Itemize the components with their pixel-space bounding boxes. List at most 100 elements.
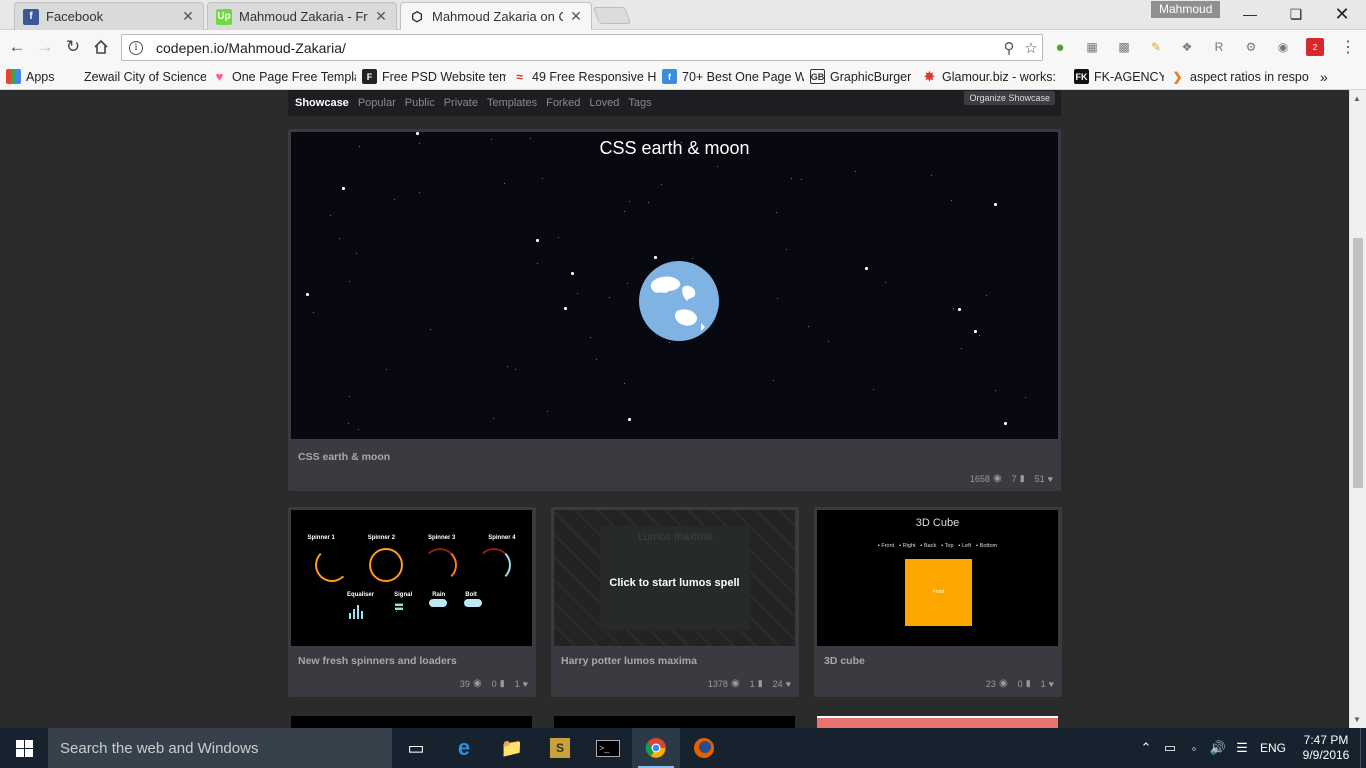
subnav-public[interactable]: Public xyxy=(405,97,435,109)
evernote-extension-icon[interactable]: ● xyxy=(1051,38,1069,56)
back-icon[interactable]: ← xyxy=(6,36,28,58)
pen-name[interactable]: 3D cube xyxy=(824,655,865,667)
chrome-icon[interactable] xyxy=(632,728,680,768)
new-tab-button[interactable] xyxy=(592,7,632,24)
tab-codepen[interactable]: ⬡ Mahmoud Zakaria on Co ✕ xyxy=(400,2,592,30)
language-indicator[interactable]: ENG xyxy=(1254,741,1292,755)
url-text[interactable]: codepen.io/Mahmoud-Zakaria/ xyxy=(156,40,998,56)
cast-extension-icon[interactable]: ▩ xyxy=(1115,38,1133,56)
close-tab-icon[interactable]: ✕ xyxy=(569,8,583,25)
minimize-icon[interactable]: — xyxy=(1227,0,1273,28)
bulb-extension-icon[interactable]: ◉ xyxy=(1274,38,1292,56)
tab-facebook[interactable]: f Facebook ✕ xyxy=(14,2,204,30)
show-hidden-icons-icon[interactable]: ⌃ xyxy=(1134,740,1158,756)
home-icon[interactable] xyxy=(90,36,112,58)
volume-icon[interactable]: 🔊 xyxy=(1206,740,1230,756)
bookmark-zewail[interactable]: Zewail City of Science xyxy=(78,70,206,84)
wifi-icon[interactable]: ◦ xyxy=(1182,741,1206,756)
pencil-extension-icon[interactable]: ✎ xyxy=(1147,38,1165,56)
clock[interactable]: 7:47 PM 9/9/2016 xyxy=(1292,733,1360,763)
gear-extension-icon[interactable]: ⚙ xyxy=(1242,38,1260,56)
more-bookmarks-icon[interactable]: » xyxy=(1314,69,1344,85)
organize-showcase-button[interactable]: Organize Showcase xyxy=(964,91,1055,105)
r-extension-icon[interactable]: R xyxy=(1210,38,1228,56)
menu-icon[interactable]: ⋮ xyxy=(1339,38,1357,56)
address-bar[interactable]: i codepen.io/Mahmoud-Zakaria/ ⚲ ☆ xyxy=(121,34,1043,61)
restore-icon[interactable]: ❏ xyxy=(1273,0,1319,28)
info-icon[interactable]: i xyxy=(129,40,143,55)
show-desktop-button[interactable] xyxy=(1360,728,1366,768)
pdf-extension-icon[interactable]: 2 xyxy=(1306,38,1324,56)
pen-card-lumos[interactable]: Lumos maxima Click to start lumos spell … xyxy=(551,507,799,697)
puzzle-extension-icon[interactable]: ❖ xyxy=(1178,38,1196,56)
pen-preview-3d-cube[interactable]: 3D Cube ▪ Front ▪ Right ▪ Back ▪ Top ▪ L… xyxy=(817,510,1058,646)
pen-preview-partial[interactable] xyxy=(291,716,532,728)
face-option[interactable]: ▪ Left xyxy=(959,543,972,549)
comments-stat[interactable]: 1 ▮ xyxy=(750,678,763,689)
windows-start-icon[interactable] xyxy=(0,728,48,768)
subnav-templates[interactable]: Templates xyxy=(487,97,537,109)
face-option[interactable]: ▪ Bottom xyxy=(976,543,997,549)
sublime-text-icon[interactable]: S xyxy=(536,728,584,768)
bookmark-49-free[interactable]: ≈ 49 Free Responsive H xyxy=(506,69,656,84)
pen-name[interactable]: Harry potter lumos maxima xyxy=(561,655,697,667)
featured-pen-preview[interactable]: CSS earth & moon xyxy=(291,132,1058,439)
forward-icon[interactable]: → xyxy=(34,36,56,58)
close-tab-icon[interactable]: ✕ xyxy=(374,8,388,25)
pen-name[interactable]: New fresh spinners and loaders xyxy=(298,655,457,667)
car-extension-icon[interactable]: ▦ xyxy=(1083,38,1101,56)
action-center-icon[interactable]: ☰ xyxy=(1230,740,1254,756)
file-explorer-icon[interactable]: 📁 xyxy=(488,728,536,768)
face-option[interactable]: ▪ Front xyxy=(878,543,894,549)
scroll-down-icon[interactable]: ▼ xyxy=(1353,715,1361,724)
terminal-icon[interactable]: >_ xyxy=(584,728,632,768)
battery-icon[interactable]: ▭ xyxy=(1158,740,1182,756)
pen-preview-lumos[interactable]: Lumos maxima Click to start lumos spell xyxy=(554,510,795,646)
tab-upwork[interactable]: Up Mahmoud Zakaria - Fron ✕ xyxy=(207,2,397,30)
pen-preview-partial[interactable] xyxy=(554,716,795,728)
face-option[interactable]: ▪ Back xyxy=(921,543,937,549)
bookmark-graphicburger[interactable]: GB GraphicBurger xyxy=(804,69,916,84)
loves-stat[interactable]: 51 ♥ xyxy=(1035,474,1053,484)
bookmark-aspect-ratios[interactable]: ❯ aspect ratios in respo xyxy=(1164,69,1314,84)
subnav-popular[interactable]: Popular xyxy=(358,97,396,109)
taskbar-search[interactable]: Search the web and Windows xyxy=(48,728,392,768)
scroll-up-icon[interactable]: ▲ xyxy=(1353,94,1361,103)
scrollbar-thumb[interactable] xyxy=(1353,238,1363,488)
firefox-icon[interactable] xyxy=(680,728,728,768)
subnav-tags[interactable]: Tags xyxy=(628,97,651,109)
pen-name[interactable]: CSS earth & moon xyxy=(298,451,390,463)
loves-stat[interactable]: 1 ♥ xyxy=(1041,679,1054,689)
face-option[interactable]: ▪ Top xyxy=(941,543,953,549)
featured-pen-card[interactable]: CSS earth & moon CSS earth & moon 1658 ◉ … xyxy=(288,129,1061,491)
task-view-icon[interactable]: ▭ xyxy=(392,728,440,768)
bookmark-apps[interactable]: Apps xyxy=(0,69,78,84)
comments-stat[interactable]: 7 ▮ xyxy=(1012,473,1025,484)
reload-icon[interactable]: ↻ xyxy=(62,36,84,58)
pen-preview-partial[interactable] xyxy=(817,716,1058,728)
pen-card-3d-cube[interactable]: 3D Cube ▪ Front ▪ Right ▪ Back ▪ Top ▪ L… xyxy=(814,507,1062,697)
pen-preview-spinners[interactable]: Spinner 1 Spinner 2 Spinner 3 Spinner 4 Equ… xyxy=(291,510,532,646)
subnav-showcase[interactable]: Showcase xyxy=(295,97,349,109)
page-scrollbar[interactable]: ▲ ▼ xyxy=(1349,90,1366,728)
subnav-forked[interactable]: Forked xyxy=(546,97,580,109)
comments-stat[interactable]: 0 ▮ xyxy=(1018,678,1031,689)
edge-icon[interactable]: e xyxy=(440,728,488,768)
loves-stat[interactable]: 1 ♥ xyxy=(515,679,528,689)
face-option[interactable]: ▪ Right xyxy=(899,543,915,549)
zoom-icon[interactable]: ⚲ xyxy=(998,39,1020,57)
pen-card-spinners[interactable]: Spinner 1 Spinner 2 Spinner 3 Spinner 4 Equ… xyxy=(288,507,536,697)
close-window-icon[interactable]: ✕ xyxy=(1319,0,1365,28)
lumos-cta[interactable]: Click to start lumos spell xyxy=(554,577,795,589)
bookmark-free-psd[interactable]: F Free PSD Website tem xyxy=(356,69,506,84)
profile-badge[interactable]: Mahmoud xyxy=(1151,1,1221,18)
close-tab-icon[interactable]: ✕ xyxy=(181,8,195,25)
bookmark-fk-agency[interactable]: FK FK-AGENCY xyxy=(1068,69,1164,84)
bookmark-70-best[interactable]: f 70+ Best One Page W xyxy=(656,69,804,84)
bookmark-one-page[interactable]: ♥ One Page Free Templa xyxy=(206,69,356,84)
subnav-private[interactable]: Private xyxy=(444,97,478,109)
bookmark-glamour[interactable]: ✸ Glamour.biz - works: xyxy=(916,69,1068,84)
comments-stat[interactable]: 0 ▮ xyxy=(492,678,505,689)
bookmark-star-icon[interactable]: ☆ xyxy=(1020,39,1042,57)
loves-stat[interactable]: 24 ♥ xyxy=(773,679,791,689)
